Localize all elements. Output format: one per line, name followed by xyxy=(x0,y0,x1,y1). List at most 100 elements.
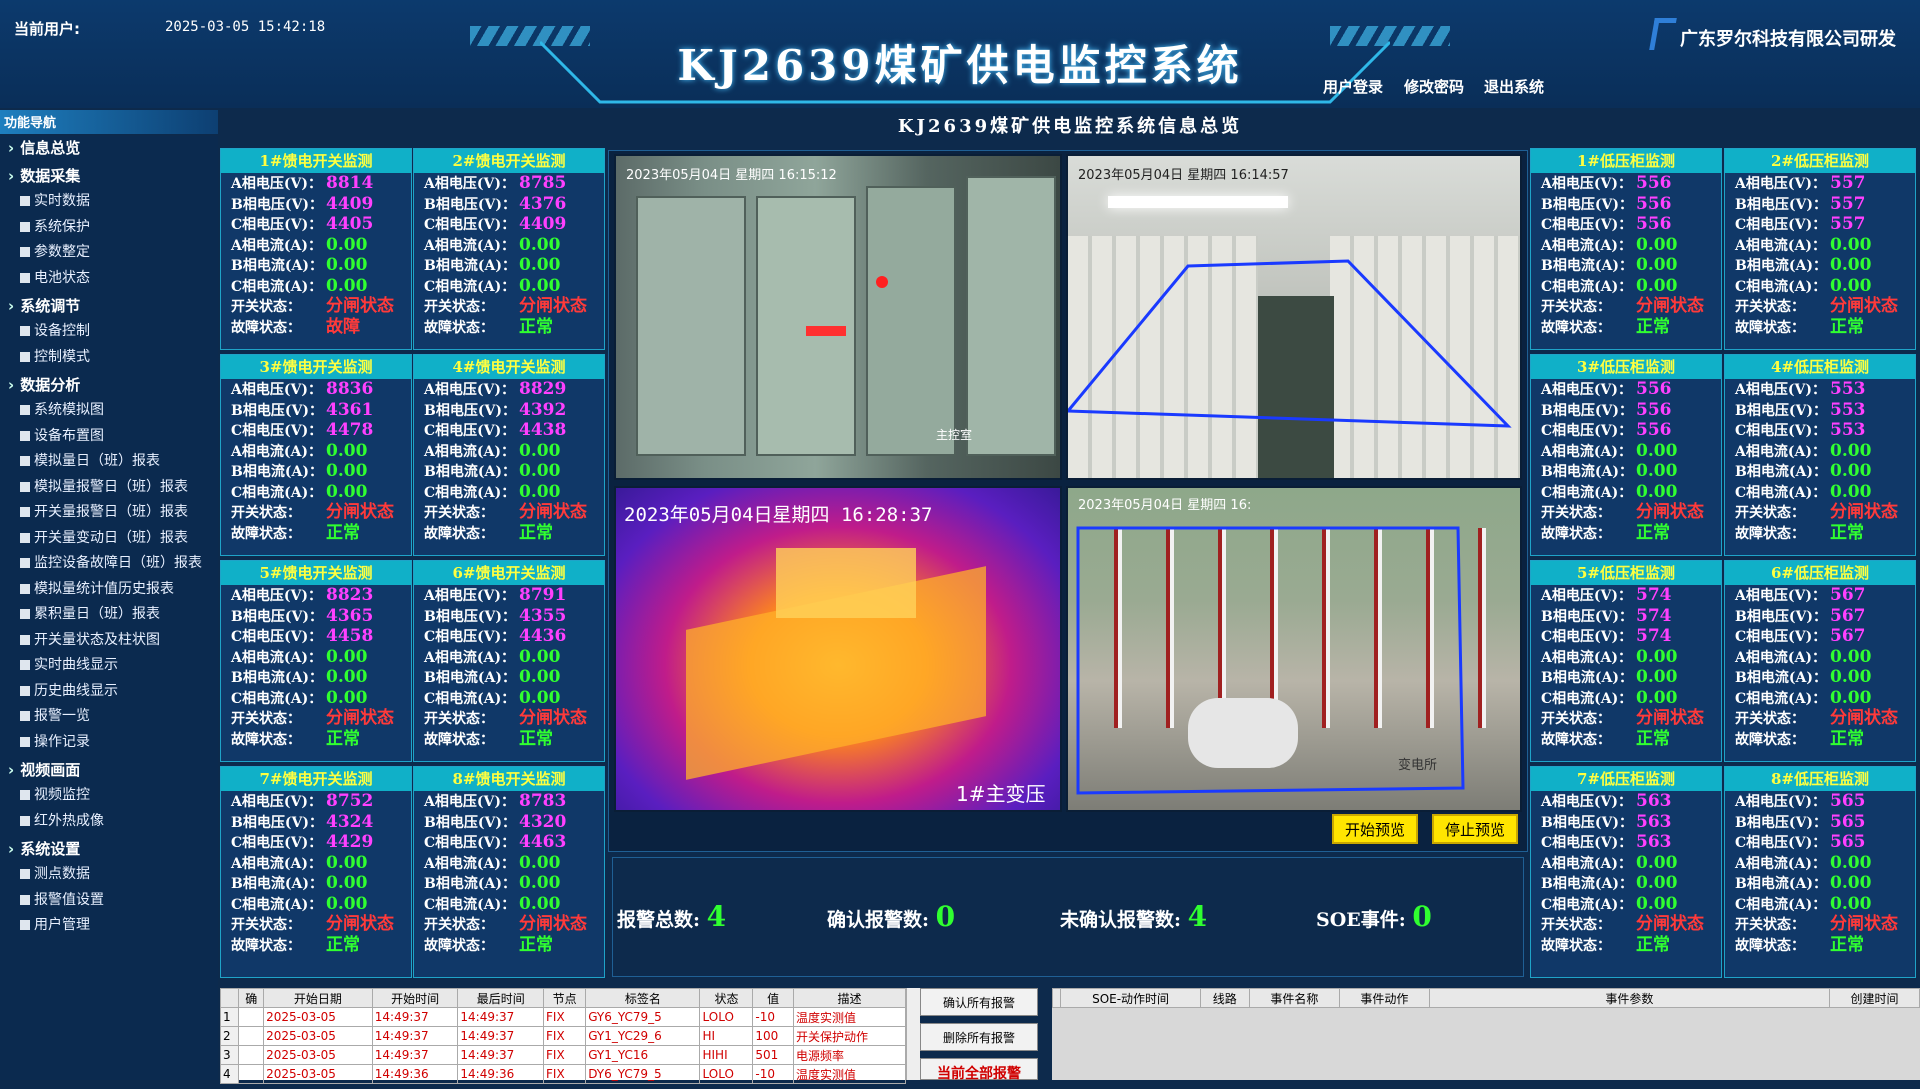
table-row[interactable]: 3 2025-03-05 14:49:37 14:49:37 FIX GY1_YC16 HI… xyxy=(219,1045,907,1065)
alarm-cell: FIX xyxy=(543,1045,587,1065)
sidebar-item[interactable]: 实时曲线显示 xyxy=(0,653,218,679)
video-cam-switchgear-corridor[interactable]: 2023年05月04日 星期四 16:14:57 xyxy=(1066,154,1522,480)
alarm-col-header[interactable]: 描述 xyxy=(792,988,907,1008)
table-row[interactable]: 2 2025-03-05 14:49:37 14:49:37 FIX GY1_YC29_6… xyxy=(219,1026,907,1046)
sidebar-item[interactable]: 视频监控 xyxy=(0,783,218,809)
sidebar-item[interactable]: 模拟量统计值历史报表 xyxy=(0,577,218,603)
change-password-link[interactable]: 修改密码 xyxy=(1404,76,1464,97)
panel-value-sw: 分闸状态 xyxy=(1636,502,1704,522)
alarm-unconfirmed: 未确认报警数: 4 xyxy=(1060,900,1207,933)
sidebar-item[interactable]: 系统模拟图 xyxy=(0,398,218,424)
panel-label-ic: C相电流(A)： xyxy=(1735,690,1827,707)
sidebar-item[interactable]: 模拟量日（班）报表 xyxy=(0,449,218,475)
panel-row-ic: C相电流(A)： 0.00 xyxy=(1725,894,1915,915)
panel-value-sw: 分闸状态 xyxy=(519,502,587,522)
sidebar-item[interactable]: 报警一览 xyxy=(0,704,218,730)
alarm-table[interactable]: 确开始日期 开始时间 最后时间 节点 标签名 状态值描述 1 2025-03-05 14:49… xyxy=(219,988,907,1084)
alarm-cell: 14:49:37 xyxy=(371,1007,459,1027)
soe-col-header[interactable]: 事件参数 xyxy=(1428,988,1830,1008)
panel-row-va: A相电压(V)： 8783 xyxy=(414,791,604,812)
panel-value-ic: 0.00 xyxy=(1830,893,1872,914)
current-all-alarms-button[interactable]: 当前全部报警 xyxy=(920,1058,1038,1082)
soe-table[interactable]: SOE-动作时间 线路 事件名称 事件动作 事件参数 创建时间 xyxy=(1051,988,1920,1080)
alarm-col-header[interactable]: 状态 xyxy=(699,988,754,1008)
alarm-table-scrollbar[interactable] xyxy=(906,988,920,1080)
sidebar-section[interactable]: 数据采集 xyxy=(0,164,218,189)
panel-label-va: A相电压(V)： xyxy=(1735,588,1826,604)
panel-row-sw: 开关状态： 分闸状态 xyxy=(1725,502,1915,523)
sidebar-item[interactable]: 开关量变动日（班）报表 xyxy=(0,526,218,552)
panel-label-ia: A相电流(A)： xyxy=(231,443,322,460)
alarm-col-header[interactable] xyxy=(219,988,240,1008)
panel-value-sw: 分闸状态 xyxy=(1636,296,1704,316)
alarm-col-header[interactable]: 确 xyxy=(238,988,265,1008)
sidebar-item[interactable]: 控制模式 xyxy=(0,345,218,371)
sidebar-section[interactable]: 数据分析 xyxy=(0,373,218,398)
sidebar-item[interactable]: 历史曲线显示 xyxy=(0,679,218,705)
alarm-col-header[interactable]: 最后时间 xyxy=(457,988,545,1008)
sidebar-item[interactable]: 电池状态 xyxy=(0,266,218,292)
sidebar-item[interactable]: 系统保护 xyxy=(0,215,218,241)
sidebar-item[interactable]: 参数整定 xyxy=(0,240,218,266)
stop-preview-button[interactable]: 停止预览 xyxy=(1432,814,1518,844)
panel-row-vc: C相电压(V)： 4458 xyxy=(221,626,411,647)
page-title: KJ2639煤矿供电监控系统信息总览 xyxy=(220,112,1920,142)
confirm-all-alarms-button[interactable]: 确认所有报警 xyxy=(920,988,1038,1016)
logout-link[interactable]: 退出系统 xyxy=(1484,76,1544,97)
sidebar-item[interactable]: 测点数据 xyxy=(0,862,218,888)
table-row[interactable]: 1 2025-03-05 14:49:37 14:49:37 FIX GY6_YC79_5… xyxy=(219,1007,907,1027)
start-preview-button[interactable]: 开始预览 xyxy=(1332,814,1418,844)
sidebar-section[interactable]: 系统调节 xyxy=(0,294,218,319)
panel-label-vc: C相电压(V)： xyxy=(424,629,516,645)
panel-row-ib: B相电流(A)： 0.00 xyxy=(414,255,604,276)
panel-value-ic: 0.00 xyxy=(326,687,368,708)
panel-label-sw: 开关状态： xyxy=(1735,299,1805,315)
soe-col-header[interactable]: 事件名称 xyxy=(1248,988,1340,1008)
sidebar-section[interactable]: 信息总览 xyxy=(0,136,218,161)
sidebar-item[interactable]: 实时数据 xyxy=(0,189,218,215)
panel-value-ia: 0.00 xyxy=(519,234,561,255)
panel-label-va: A相电压(V)： xyxy=(231,588,322,604)
alarm-cell: HIHI xyxy=(699,1045,754,1065)
soe-col-header[interactable]: SOE-动作时间 xyxy=(1060,988,1201,1008)
panel-row-ia: A相电流(A)： 0.00 xyxy=(221,441,411,462)
sidebar-item[interactable]: 累积量日（班）报表 xyxy=(0,602,218,628)
soe-col-header[interactable]: 创建时间 xyxy=(1828,988,1920,1008)
login-link[interactable]: 用户登录 xyxy=(1323,76,1383,97)
sidebar-item[interactable]: 监控设备故障日（班）报表 xyxy=(0,551,218,577)
sidebar-nav: 信息总览数据采集实时数据系统保护参数整定电池状态系统调节设备控制控制模式数据分析… xyxy=(0,136,218,1080)
panel-row-va: A相电压(V)： 8785 xyxy=(414,173,604,194)
panel-label-sw: 开关状态： xyxy=(424,711,494,727)
sidebar-item[interactable]: 操作记录 xyxy=(0,730,218,756)
alarm-col-header[interactable]: 值 xyxy=(752,988,794,1008)
sidebar-item[interactable]: 开关量报警日（班）报表 xyxy=(0,500,218,526)
panel-label-vb: B相电压(V)： xyxy=(1735,814,1827,831)
alarm-col-header[interactable]: 标签名 xyxy=(585,988,701,1008)
sidebar-section[interactable]: 视频画面 xyxy=(0,758,218,783)
alarm-col-header[interactable]: 节点 xyxy=(543,988,587,1008)
sidebar-item[interactable]: 开关量状态及柱状图 xyxy=(0,628,218,654)
alarm-col-header[interactable]: 开始时间 xyxy=(371,988,459,1008)
soe-col-header[interactable] xyxy=(1051,988,1062,1008)
soe-col-header[interactable]: 事件动作 xyxy=(1338,988,1430,1008)
alarm-col-header[interactable]: 开始日期 xyxy=(263,988,373,1008)
delete-all-alarms-button[interactable]: 删除所有报警 xyxy=(920,1023,1038,1051)
video-cam-infrared-transformer[interactable]: 2023年05月04日星期四 16:28:37 1#主变压器 xyxy=(614,486,1062,812)
alarm-confirmed-label: 确认报警数: xyxy=(827,909,930,931)
sidebar-section[interactable]: 系统设置 xyxy=(0,837,218,862)
panel-label-ib: B相电流(A)： xyxy=(1735,876,1827,892)
sidebar-item[interactable]: 设备控制 xyxy=(0,319,218,345)
panel-row-va: A相电压(V)： 8791 xyxy=(414,585,604,606)
sidebar-item[interactable]: 设备布置图 xyxy=(0,424,218,450)
video-cam-control-room[interactable]: 2023年05月04日 星期四 16:15:12 主控室 xyxy=(614,154,1062,480)
lowvolt-panel: 5#低压柜监测 A相电压(V)： 574 B相电压(V)： 574 C相电压(V)： 574… xyxy=(1530,560,1722,762)
soe-col-header[interactable]: 线路 xyxy=(1199,988,1250,1008)
sidebar-item[interactable]: 模拟量报警日（班）报表 xyxy=(0,475,218,501)
table-row[interactable]: 4 2025-03-05 14:49:36 14:49:36 FIX DY6_YC79_5… xyxy=(219,1064,907,1084)
video-cam-substation-yard[interactable]: 2023年05月04日 星期四 16: 变电所 xyxy=(1066,486,1522,812)
panel-value-sw: 分闸状态 xyxy=(326,708,394,728)
sidebar-item[interactable]: 用户管理 xyxy=(0,913,218,939)
sidebar-item[interactable]: 报警值设置 xyxy=(0,888,218,914)
sidebar-item[interactable]: 红外热成像 xyxy=(0,809,218,835)
panel-row-ic: C相电流(A)： 0.00 xyxy=(1725,688,1915,709)
